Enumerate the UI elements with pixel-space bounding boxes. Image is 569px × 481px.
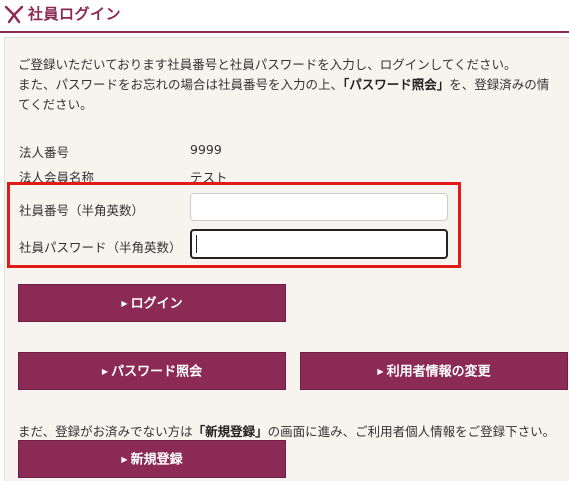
new-registration-button[interactable]: ▶ 新規登録 <box>18 440 286 478</box>
password-inquiry-button[interactable]: ▶ パスワード照会 <box>18 352 286 390</box>
corp-number-label: 法人番号 <box>19 145 70 160</box>
page-title: 社員ログイン <box>28 5 122 23</box>
ribbon-logo-icon <box>4 5 24 24</box>
triangle-right-icon: ▶ <box>121 455 128 464</box>
intro-line-2: また、パスワードをお忘れの場合は社員番号を入力の上、「パスワード照会」を、登録済… <box>18 77 550 92</box>
triangle-right-icon: ▶ <box>101 367 109 376</box>
intro-line-3: てください。 <box>18 97 93 112</box>
page-header: 社員ログイン <box>0 0 569 30</box>
change-user-info-button[interactable]: ▶ 利用者情報の変更 <box>300 352 568 390</box>
corp-number-value: 9999 <box>190 142 222 157</box>
intro-line-1: ご登録いただいております社員番号と社員パスワードを入力し、ログインしてください。 <box>18 57 517 72</box>
header-divider <box>0 31 569 33</box>
register-note: まだ、登録がお済みでない方は「新規登録」の画面に進み、ご利用者個人情報をご登録下… <box>18 424 556 439</box>
triangle-right-icon: ▶ <box>377 367 384 376</box>
triangle-right-icon: ▶ <box>121 299 128 308</box>
highlight-box <box>7 182 461 268</box>
intro-text: ご登録いただいております社員番号と社員パスワードを入力し、ログインしてください。… <box>18 55 569 115</box>
login-button[interactable]: ▶ ログイン <box>18 284 286 322</box>
